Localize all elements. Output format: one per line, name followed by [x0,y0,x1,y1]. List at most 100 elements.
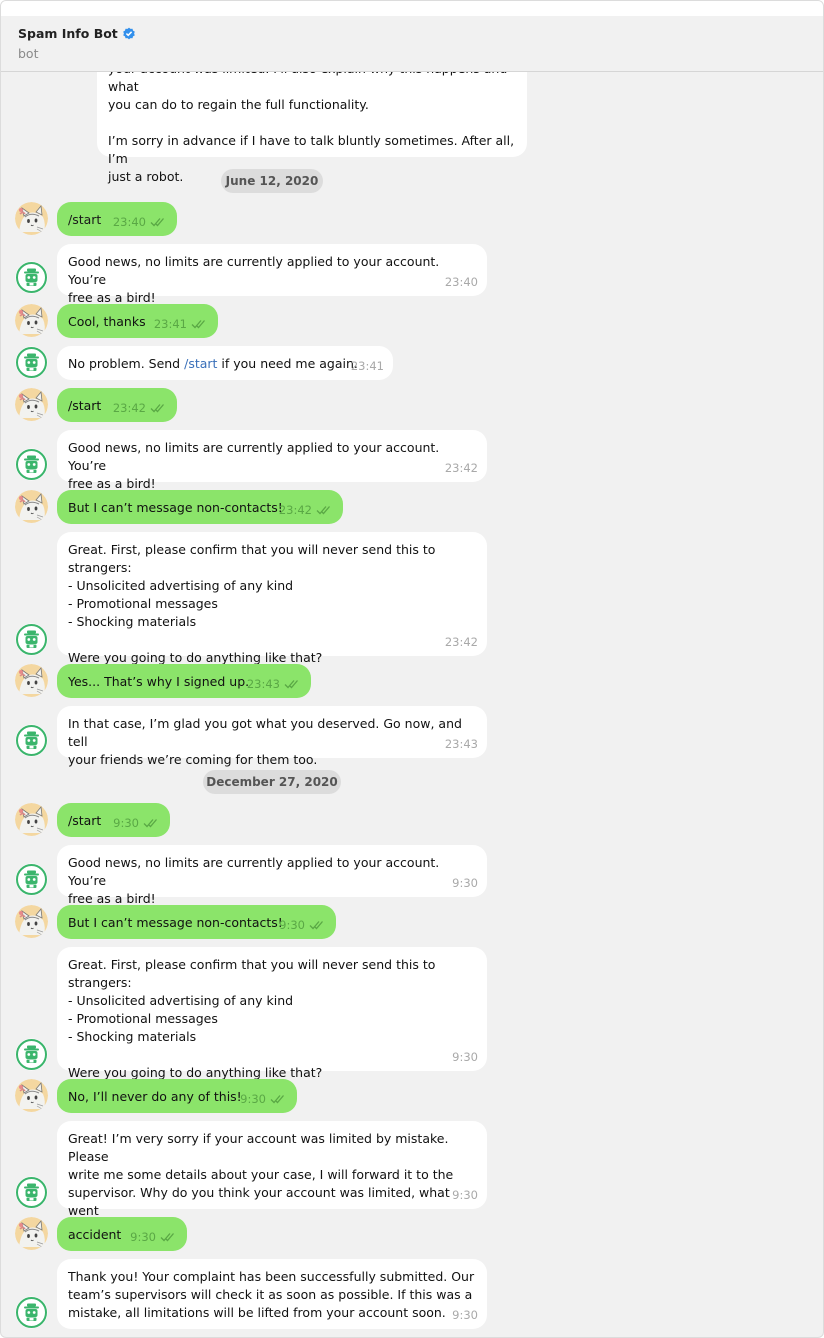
message-meta: 23:43 [445,735,478,753]
chat-header[interactable]: Spam Info Bot bot [1,16,823,72]
message-text: Thank you! Your complaint has been succe… [68,1269,475,1320]
message-time: 23:43 [444,737,478,751]
robot-icon[interactable] [15,261,48,294]
user-avatar[interactable] [15,202,48,235]
user-avatar[interactable] [15,490,48,523]
message-text: if you need me again. [217,356,358,371]
double-check-icon [160,1232,178,1242]
user-avatar[interactable] [15,664,48,697]
message-meta: 23:43 [247,675,302,693]
user-avatar[interactable] [15,388,48,421]
date-separator: December 27, 2020 [203,770,341,794]
message-time: 9:30 [452,1188,478,1202]
message-time: 9:30 [452,1050,478,1064]
message-time: 9:30 [279,918,305,932]
message-bubble-outgoing: But I can’t message non-contacts! 9:30 [57,905,336,939]
start-command-link[interactable]: /start [184,356,217,371]
message-meta: 23:42 [445,633,478,651]
message-time: 23:43 [246,677,280,691]
robot-icon[interactable] [15,724,48,757]
message-bubble-outgoing: /start 23:40 [57,202,177,236]
message-bubble-outgoing: accident 9:30 [57,1217,187,1251]
message-meta: 9:30 [452,1306,478,1324]
message-meta: 9:30 [452,1186,478,1204]
message-bubble-outgoing: Cool, thanks 23:41 [57,304,218,338]
message-meta: 9:30 [240,1090,288,1108]
message-bubble-incoming: No problem. Send /start if you need me a… [57,346,393,380]
message-text[interactable]: /start [68,212,101,227]
message-meta: 23:40 [445,273,478,291]
message-bubble-incoming: Good news, no limits are currently appli… [57,845,487,906]
message-meta: 9:30 [113,814,161,832]
robot-icon[interactable] [15,1296,48,1329]
double-check-icon [150,217,168,227]
message-text: Yes... That’s why I signed up. [68,674,250,689]
message-time: 23:41 [153,317,187,331]
message-time: 23:42 [444,635,478,649]
user-avatar[interactable] [15,1079,48,1112]
verified-badge-icon [122,27,135,39]
user-avatar[interactable] [15,905,48,938]
message-text: accident [68,1227,122,1242]
message-time: 23:41 [350,359,384,373]
message-text: But I can’t message non-contacts! [68,915,283,930]
message-time: 9:30 [452,1308,478,1322]
message-meta: 23:41 [351,357,384,375]
message-list[interactable]: your account was limited. I'll also expl… [1,1,823,1337]
robot-icon[interactable] [15,1038,48,1071]
message-bubble-incoming: Thank you! Your complaint has been succe… [57,1259,487,1329]
date-separator: June 12, 2020 [221,169,323,193]
message-text[interactable]: /start [68,398,101,413]
chat-title-row: Spam Info Bot [18,26,823,41]
message-meta: 9:30 [452,1048,478,1066]
message-bubble-incoming: Good news, no limits are currently appli… [57,244,487,305]
message-meta: 23:40 [113,213,168,231]
message-time: 23:42 [278,503,312,517]
robot-icon[interactable] [15,623,48,656]
robot-icon[interactable] [15,1176,48,1209]
message-text: Good news, no limits are currently appli… [68,254,440,305]
double-check-icon [309,920,327,930]
message-time: 9:30 [113,816,139,830]
chat-window: your account was limited. I'll also expl… [0,0,824,1338]
double-check-icon [284,679,302,689]
message-bubble-incoming: In that case, I’m glad you got what you … [57,706,487,767]
message-bubble-incoming: Great! I’m very sorry if your account wa… [57,1121,487,1236]
message-text: Good news, no limits are currently appli… [68,855,440,906]
message-text[interactable]: /start [68,813,101,828]
message-bubble-outgoing: No, I’ll never do any of this! 9:30 [57,1079,297,1113]
message-meta: 23:42 [113,399,168,417]
robot-icon[interactable] [15,448,48,481]
message-bubble-outgoing: /start 9:30 [57,803,170,837]
double-check-icon [143,818,161,828]
double-check-icon [316,505,334,515]
user-avatar[interactable] [15,1217,48,1250]
message-text: No, I’ll never do any of this! [68,1089,242,1104]
message-meta: 23:41 [154,315,209,333]
double-check-icon [270,1094,288,1104]
message-time: 23:42 [112,401,146,415]
chat-title[interactable]: Spam Info Bot [18,26,118,41]
message-bubble-incoming: Great. First, please confirm that you wi… [57,532,487,665]
chat-subtitle: bot [18,46,39,61]
message-text: Great. First, please confirm that you wi… [68,957,436,1080]
message-meta: 9:30 [452,874,478,892]
message-text: Cool, thanks [68,314,146,329]
message-time: 9:30 [130,1230,156,1244]
double-check-icon [191,319,209,329]
message-bubble-incoming: Good news, no limits are currently appli… [57,430,487,491]
intro-line: I’m sorry in advance if I have to talk b… [108,133,515,166]
message-text: No problem. Send [68,356,185,371]
message-time: 23:42 [444,461,478,475]
message-bubble-outgoing: But I can’t message non-contacts! 23:42 [57,490,343,524]
message-time: 9:30 [240,1092,266,1106]
message-bubble-outgoing: Yes... That’s why I signed up. 23:43 [57,664,311,698]
user-avatar[interactable] [15,304,48,337]
robot-icon[interactable] [15,863,48,896]
message-text: But I can’t message non-contacts! [68,500,283,515]
message-text: In that case, I’m glad you got what you … [68,716,462,767]
robot-icon[interactable] [15,346,48,379]
message-meta: 9:30 [130,1228,178,1246]
message-bubble-incoming: Great. First, please confirm that you wi… [57,947,487,1080]
user-avatar[interactable] [15,803,48,836]
